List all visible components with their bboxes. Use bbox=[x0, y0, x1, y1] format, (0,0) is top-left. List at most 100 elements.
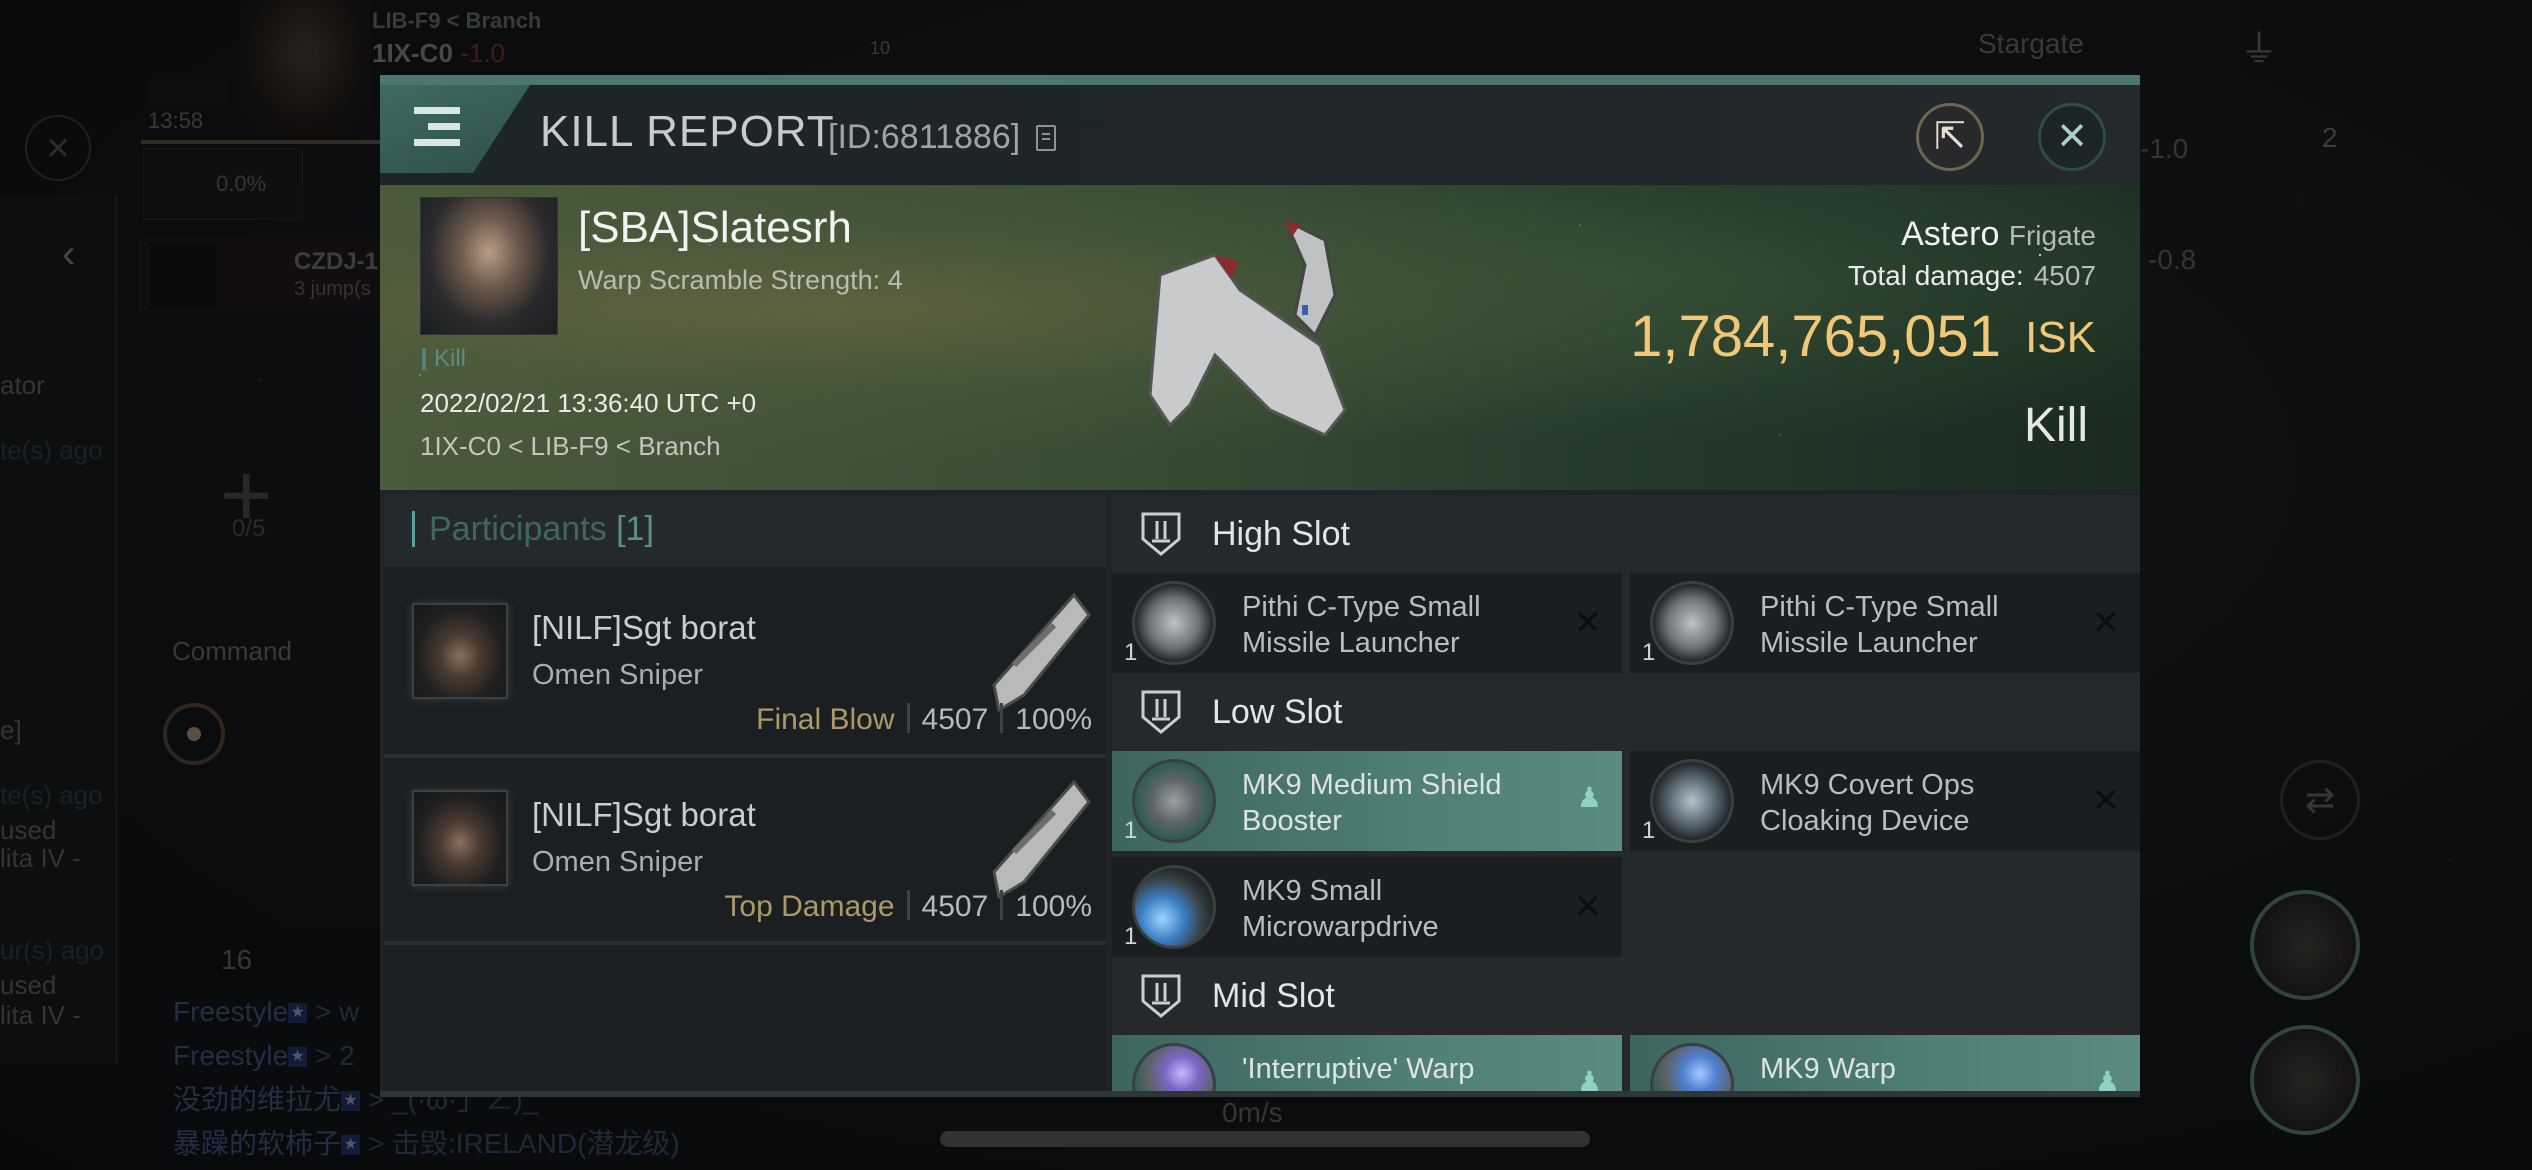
hud-system-security: -1.0 bbox=[460, 38, 505, 68]
overview-security: -0.8 bbox=[2148, 244, 2197, 275]
filter-icon[interactable]: ⏚ bbox=[2240, 18, 2278, 73]
weapon-module-button[interactable] bbox=[2250, 1025, 2360, 1135]
isk-unit: ISK bbox=[2025, 313, 2096, 362]
overview-security: -1.0 bbox=[2140, 133, 2189, 164]
close-button[interactable]: ✕ bbox=[2038, 103, 2106, 171]
dropped-person-icon: ♟ bbox=[1576, 782, 1602, 813]
microwarpdrive-icon bbox=[1132, 865, 1216, 949]
close-icon: ✕ bbox=[2056, 116, 2088, 158]
module-qty: 1 bbox=[1124, 639, 1138, 666]
kill-location: 1IX-C0 < LIB-F9 < Branch bbox=[420, 431, 721, 461]
fittings-panel[interactable]: High Slot 1 Pithi C-Type Small Missile L… bbox=[1112, 495, 2140, 1095]
participant-ship-image bbox=[992, 779, 1091, 900]
hud-divider bbox=[141, 140, 381, 144]
module-item[interactable]: 1 Pithi C-Type Small Missile Launcher ✕ bbox=[1112, 573, 1622, 673]
cargo-percent: 0.0% bbox=[216, 171, 267, 196]
share-button[interactable]: ⇱ bbox=[1916, 103, 1984, 171]
victim-name[interactable]: [SBA]Slatesrh bbox=[578, 203, 852, 253]
copy-icon[interactable] bbox=[1036, 125, 1056, 151]
participant-name: [NILF]Sgt borat bbox=[532, 796, 756, 833]
fleet-count: 0/5 bbox=[232, 515, 266, 542]
divider bbox=[906, 890, 910, 920]
module-item[interactable]: 1 Pithi C-Type Small Missile Launcher ✕ bbox=[1630, 573, 2140, 673]
collapse-chevron-icon[interactable]: ‹ bbox=[62, 232, 75, 277]
participants-header: Participants [1] bbox=[384, 495, 1106, 567]
module-item[interactable]: 1 MK9 Small Microwarpdrive ✕ bbox=[1112, 857, 1622, 957]
module-item[interactable]: 1 'Interruptive' Warp ♟ bbox=[1112, 1035, 1622, 1095]
participant-row[interactable]: [NILF]Sgt borat Omen Sniper Top Damage 45… bbox=[384, 762, 1106, 945]
kill-result: Kill bbox=[2023, 399, 2088, 452]
status-bar-wifi-battery bbox=[147, 79, 227, 106]
victim-portrait[interactable] bbox=[420, 197, 558, 335]
participant-stats: Final Blow 4507 100% bbox=[756, 703, 1092, 737]
kill-report-modal: KILL REPORT [ID:6811886] ⇱ ✕ [SBA]Slates… bbox=[380, 75, 2140, 1097]
participant-tag: Top Damage bbox=[724, 890, 895, 923]
divider bbox=[906, 703, 910, 733]
module-item[interactable]: 1 MK9 Warp ♟ bbox=[1630, 1035, 2140, 1095]
participants-panel: Participants [1] [NILF]Sgt borat Omen Sn… bbox=[384, 495, 1106, 1095]
shield-booster-icon bbox=[1132, 759, 1216, 843]
navigate-icon[interactable] bbox=[149, 242, 217, 310]
module-item[interactable]: 1 MK9 Medium Shield Booster ♟ bbox=[1112, 751, 1622, 851]
module-item[interactable]: 1 MK9 Covert Ops Cloaking Device ✕ bbox=[1630, 751, 2140, 851]
left-close-icon[interactable]: × bbox=[25, 115, 91, 181]
destroyed-icon: ✕ bbox=[2091, 782, 2121, 820]
module-name: MK9 Small Microwarpdrive bbox=[1242, 875, 1439, 943]
weapon-module-button[interactable] bbox=[2250, 890, 2360, 1000]
destroyed-icon: ✕ bbox=[2091, 604, 2121, 642]
high-slot-header: High Slot bbox=[1112, 495, 2140, 569]
star-icon: ★ bbox=[341, 1091, 361, 1111]
victim-ship-image[interactable] bbox=[1120, 195, 1380, 465]
participant-ship: Omen Sniper bbox=[532, 846, 703, 878]
home-indicator[interactable] bbox=[940, 1131, 1590, 1147]
command-button[interactable]: Command bbox=[172, 636, 292, 667]
module-name: Pithi C-Type Small Missile Launcher bbox=[1760, 591, 1999, 659]
mid-slot-header: Mid Slot bbox=[1112, 957, 2140, 1031]
slot-label: Low Slot bbox=[1212, 693, 1343, 731]
menu-button[interactable] bbox=[380, 85, 530, 173]
player-portrait[interactable] bbox=[240, 0, 370, 135]
game-screen: LIB-F9 < Branch 1IX-C0 -1.0 13:58 0.0% C… bbox=[0, 0, 2532, 1170]
divider bbox=[1000, 703, 1004, 733]
route-jumps: 3 jump(s bbox=[294, 278, 371, 300]
missile-launcher-icon bbox=[1650, 581, 1734, 665]
swap-icon[interactable]: ⇄ bbox=[2280, 760, 2360, 840]
warp-disruptor-icon bbox=[1132, 1043, 1216, 1095]
left-panel-line: lita IV - bbox=[0, 1000, 81, 1030]
total-damage: Total damage: 4507 bbox=[1848, 260, 2096, 292]
participant-row[interactable]: [NILF]Sgt borat Omen Sniper Final Blow 45… bbox=[384, 575, 1106, 758]
slot-shield-icon bbox=[1141, 512, 1181, 556]
overview-filter-dropdown[interactable]: Stargate bbox=[1880, 0, 2240, 85]
cargo-button[interactable]: 0.0% bbox=[143, 148, 303, 220]
left-panel-line: ur(s) ago bbox=[0, 935, 105, 965]
ship-name: Astero bbox=[1901, 215, 2000, 253]
warp-scrambler-icon bbox=[1650, 1043, 1734, 1095]
total-damage-label: Total damage: bbox=[1847, 260, 2024, 291]
route-panel[interactable]: CZDJ-1 3 jump(s bbox=[139, 238, 399, 312]
participant-ship: Omen Sniper bbox=[532, 659, 703, 691]
participant-avatar[interactable] bbox=[412, 790, 508, 886]
chat-bar[interactable]: 16 bbox=[126, 930, 381, 988]
hud-current-system[interactable]: 1IX-C0 -1.0 bbox=[372, 38, 505, 69]
left-panel-line: lita IV - bbox=[0, 843, 81, 873]
slot-shield-icon bbox=[1141, 690, 1181, 734]
participants-count: [1] bbox=[616, 510, 654, 548]
participant-percent: 100% bbox=[1015, 890, 1092, 923]
slot-label: Mid Slot bbox=[1212, 977, 1335, 1015]
low-slot-header: Low Slot bbox=[1112, 673, 2140, 747]
slot-label: High Slot bbox=[1212, 515, 1350, 553]
target-icon[interactable] bbox=[163, 703, 225, 765]
victim-ship[interactable]: Astero Frigate bbox=[1901, 215, 2096, 254]
star-icon: ★ bbox=[288, 1003, 308, 1023]
share-icon: ⇱ bbox=[1934, 116, 1966, 158]
destroyed-icon: ✕ bbox=[1573, 888, 1603, 926]
star-icon: ★ bbox=[341, 1135, 361, 1155]
participant-avatar[interactable] bbox=[412, 603, 508, 699]
kill-type-tag: Kill bbox=[422, 347, 466, 371]
left-notification-panel[interactable]: ator te(s) ago e] te(s) ago used lita IV… bbox=[0, 195, 118, 1065]
module-name: MK9 Medium Shield Booster bbox=[1242, 769, 1502, 837]
module-qty: 1 bbox=[1642, 817, 1656, 844]
participant-damage: 4507 bbox=[921, 890, 989, 923]
left-panel-line: e] bbox=[0, 715, 22, 745]
participant-stats: Top Damage 4507 100% bbox=[724, 890, 1092, 924]
